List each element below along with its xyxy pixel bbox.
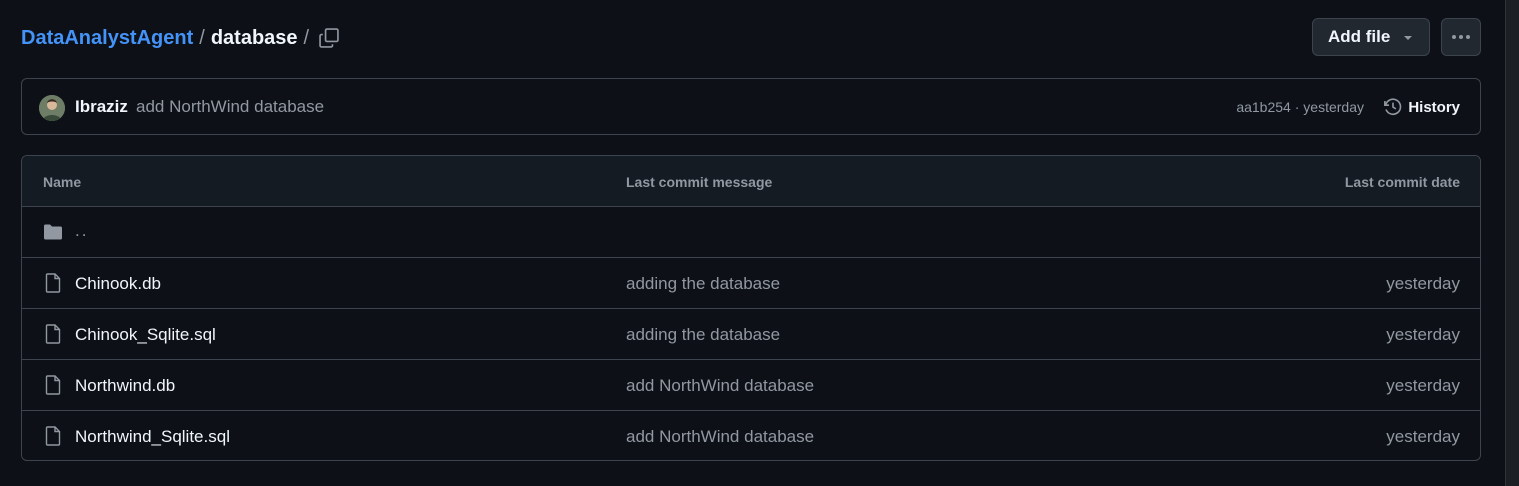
- add-file-label: Add file: [1328, 27, 1391, 46]
- breadcrumb-separator: /: [199, 27, 205, 49]
- file-commit-message-link[interactable]: add NorthWind database: [626, 376, 814, 396]
- file-table: Name Last commit message Last commit dat…: [21, 155, 1481, 461]
- commit-time: yesterday: [1303, 99, 1364, 115]
- file-icon: [43, 273, 63, 293]
- file-name-link[interactable]: Chinook.db: [75, 274, 161, 294]
- commit-meta: aa1b254 · yesterday: [1236, 99, 1364, 115]
- table-row: Chinook.db adding the database yesterday: [22, 258, 1480, 309]
- add-file-button[interactable]: Add file: [1312, 18, 1430, 56]
- breadcrumb: DataAnalystAgent / database /: [21, 26, 315, 50]
- file-commit-date: yesterday: [1386, 376, 1460, 395]
- file-commit-message-link[interactable]: adding the database: [626, 274, 780, 294]
- more-options-button[interactable]: [1441, 18, 1481, 56]
- breadcrumb-current-folder: database: [210, 27, 298, 49]
- commit-meta-dot: ·: [1294, 99, 1300, 115]
- directory-header: DataAnalystAgent / database / Add file: [21, 18, 1481, 58]
- file-icon: [43, 324, 63, 344]
- commit-message-link[interactable]: add NorthWind database: [136, 97, 324, 117]
- table-row: Chinook_Sqlite.sql adding the database y…: [22, 309, 1480, 360]
- parent-directory-link[interactable]: ..: [75, 221, 88, 241]
- copy-icon: [319, 28, 339, 48]
- copy-path-button[interactable]: [317, 26, 341, 50]
- folder-icon: [43, 222, 63, 242]
- file-commit-message-link[interactable]: adding the database: [626, 325, 780, 345]
- table-row: Northwind_Sqlite.sql add NorthWind datab…: [22, 411, 1480, 460]
- window-scrollbar[interactable]: [1505, 0, 1519, 486]
- file-name-link[interactable]: Chinook_Sqlite.sql: [75, 325, 216, 345]
- history-icon: [1384, 98, 1402, 116]
- file-commit-message-link[interactable]: add NorthWind database: [626, 427, 814, 447]
- column-header-message: Last commit message: [626, 174, 773, 190]
- breadcrumb-repo-link[interactable]: DataAnalystAgent: [21, 26, 193, 50]
- file-name-link[interactable]: Northwind_Sqlite.sql: [75, 427, 230, 447]
- avatar[interactable]: [39, 95, 65, 121]
- chevron-down-icon: [1404, 36, 1412, 40]
- column-header-name: Name: [43, 174, 82, 190]
- commit-sha[interactable]: aa1b254: [1236, 99, 1291, 115]
- column-header-date: Last commit date: [1344, 174, 1460, 190]
- file-commit-date: yesterday: [1386, 427, 1460, 446]
- repo-directory-page: DataAnalystAgent / database / Add file I…: [0, 0, 1519, 486]
- file-commit-date: yesterday: [1386, 274, 1460, 293]
- table-header: Name Last commit message Last commit dat…: [22, 156, 1480, 207]
- file-commit-date: yesterday: [1386, 325, 1460, 344]
- table-row: Northwind.db add NorthWind database yest…: [22, 360, 1480, 411]
- latest-commit-bar: Ibraziz add NorthWind database aa1b254 ·…: [21, 78, 1481, 135]
- file-icon: [43, 426, 63, 446]
- parent-directory-row[interactable]: ..: [22, 207, 1480, 258]
- history-button[interactable]: History: [1383, 95, 1460, 119]
- file-name-link[interactable]: Northwind.db: [75, 376, 175, 396]
- kebab-horizontal-icon: [1452, 35, 1470, 39]
- commit-author-link[interactable]: Ibraziz: [75, 97, 128, 117]
- history-label: History: [1408, 98, 1460, 116]
- file-icon: [43, 375, 63, 395]
- breadcrumb-trailing-separator: /: [303, 27, 310, 49]
